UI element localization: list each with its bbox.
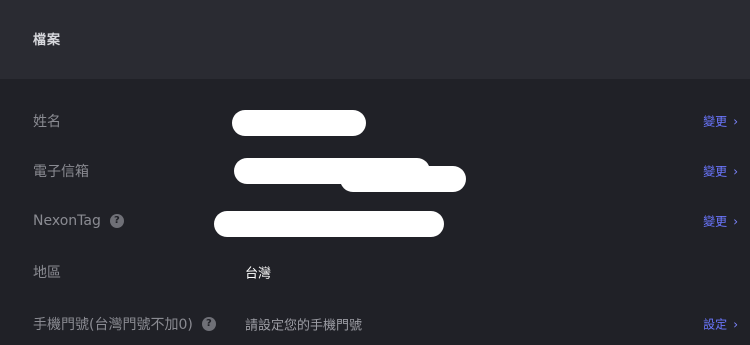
redacted-name-value bbox=[232, 110, 366, 136]
row-email: 電子信箱 變更 › bbox=[0, 146, 750, 196]
chevron-right-icon: › bbox=[733, 164, 738, 178]
chevron-right-icon: › bbox=[733, 214, 738, 228]
row-phone: 手機門號(台灣門號不加0) ? 請設定您的手機門號 設定 › bbox=[0, 299, 750, 345]
email-label: 電子信箱 bbox=[33, 164, 89, 180]
phone-label: 手機門號(台灣門號不加0) ? bbox=[33, 314, 216, 334]
name-label: 姓名 bbox=[33, 114, 61, 130]
help-circle-icon[interactable]: ? bbox=[201, 317, 216, 331]
change-nexontag-button[interactable]: 變更 › bbox=[703, 213, 738, 230]
set-phone-button[interactable]: 設定 › bbox=[703, 316, 738, 333]
region-label: 地區 bbox=[33, 265, 61, 281]
section-title: 檔案 bbox=[33, 33, 62, 48]
redacted-nexontag-value bbox=[214, 211, 444, 237]
row-name: 姓名 變更 › bbox=[0, 96, 750, 146]
nexontag-label: NexonTag ? bbox=[33, 213, 124, 229]
profile-header: 檔案 bbox=[0, 0, 750, 79]
chevron-right-icon: › bbox=[733, 114, 738, 128]
row-region: 地區 台灣 bbox=[0, 247, 750, 297]
phone-placeholder: 請設定您的手機門號 bbox=[245, 318, 363, 334]
row-nexontag: NexonTag ? 變更 › bbox=[0, 196, 750, 246]
redacted-email-value-2 bbox=[340, 166, 466, 192]
chevron-right-icon: › bbox=[733, 317, 738, 331]
change-email-button[interactable]: 變更 › bbox=[703, 163, 738, 180]
change-name-button[interactable]: 變更 › bbox=[703, 113, 738, 130]
help-circle-icon[interactable]: ? bbox=[109, 214, 124, 228]
profile-page: 檔案 姓名 變更 › 電子信箱 變更 › NexonTag ? 變更 › 地區 bbox=[0, 0, 750, 345]
region-value: 台灣 bbox=[245, 266, 272, 282]
